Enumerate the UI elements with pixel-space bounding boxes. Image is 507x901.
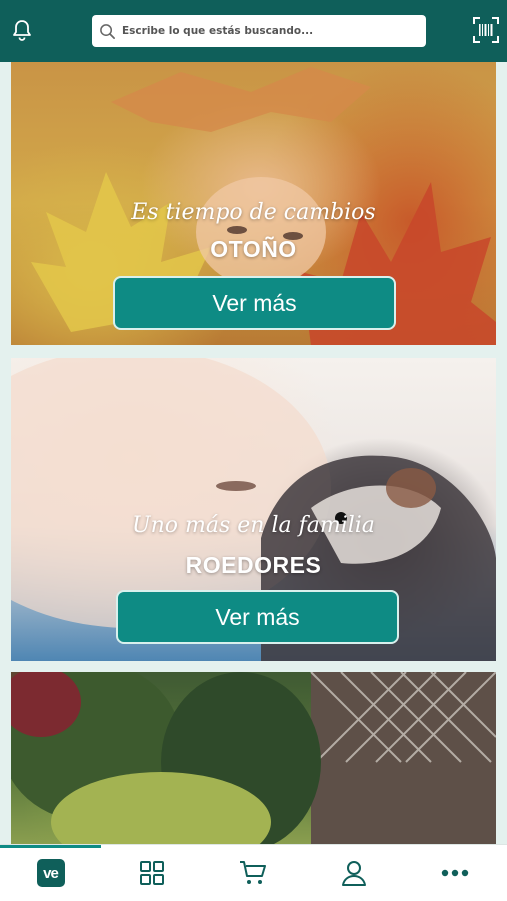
bell-icon[interactable]	[10, 18, 34, 42]
nav-profile[interactable]	[303, 845, 404, 901]
nav-cart[interactable]	[202, 845, 303, 901]
top-bar	[0, 0, 507, 62]
promo-banner-garden[interactable]	[11, 672, 496, 844]
banner-tagline: Es tiempo de cambios	[131, 200, 376, 225]
ver-mas-button[interactable]: Ver más	[116, 590, 399, 644]
user-icon	[341, 861, 366, 886]
search-bar[interactable]	[92, 15, 426, 47]
nav-categories[interactable]	[101, 845, 202, 901]
promo-banner-roedores[interactable]: Uno más en la familia ROEDORES Ver más	[11, 358, 496, 661]
garden-image	[11, 672, 496, 844]
banner-title: ROEDORES	[185, 552, 322, 578]
banner-tagline: Uno más en la familia	[132, 513, 375, 538]
cart-icon	[239, 861, 266, 884]
more-icon	[441, 869, 468, 877]
barcode-scan-icon[interactable]	[472, 16, 500, 44]
ve-logo-icon: ve	[36, 859, 65, 887]
nav-home[interactable]: ve	[0, 845, 101, 901]
grid-icon	[139, 861, 164, 885]
promo-banner-otono[interactable]: Es tiempo de cambios OTOÑO Ver más	[11, 62, 496, 345]
search-icon	[100, 24, 115, 39]
search-input[interactable]	[122, 15, 412, 47]
ver-mas-button[interactable]: Ver más	[113, 276, 396, 330]
nav-more[interactable]	[404, 845, 505, 901]
banner-title: OTOÑO	[210, 236, 297, 262]
bottom-navigation: ve	[0, 844, 507, 901]
